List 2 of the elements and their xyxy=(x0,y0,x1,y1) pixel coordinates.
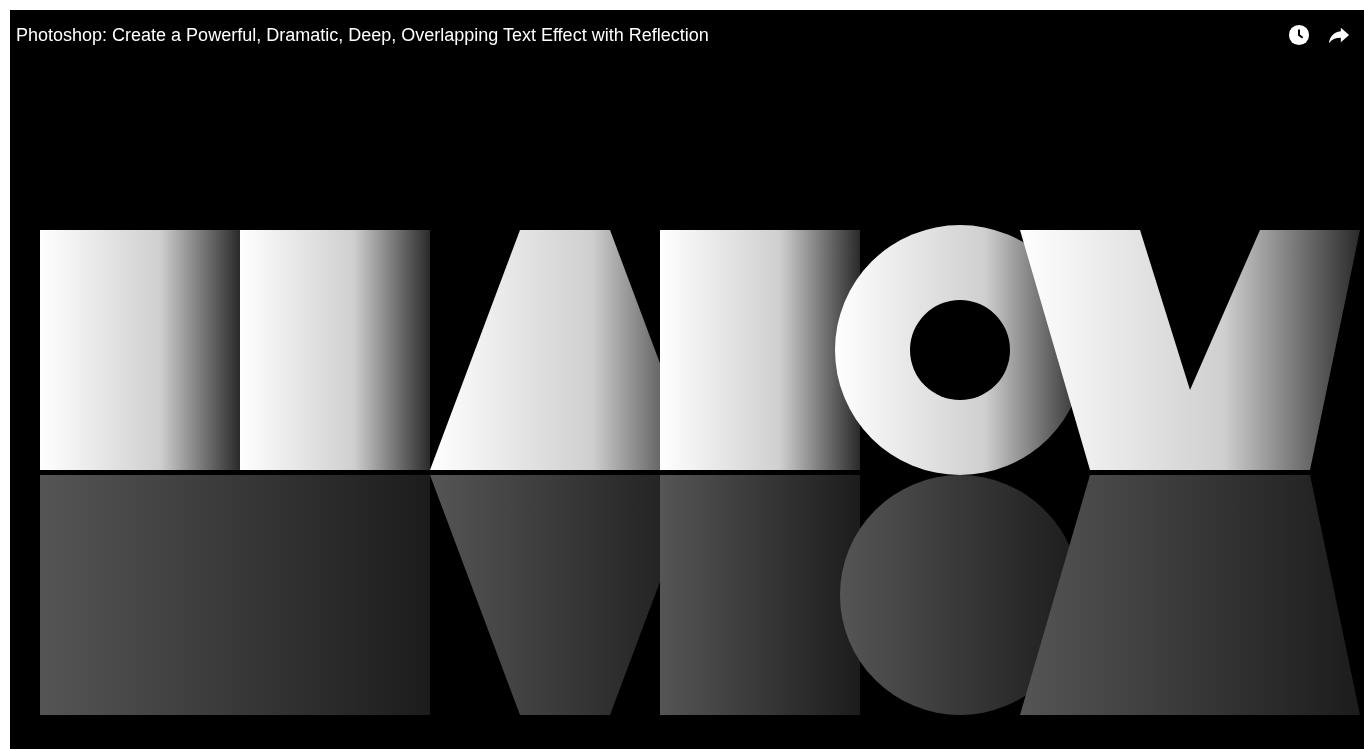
video-title[interactable]: Photoshop: Create a Powerful, Dramatic, Deep, Overlapping Text Effect with Reflection xyxy=(16,24,709,46)
clock-icon[interactable] xyxy=(1288,24,1310,46)
